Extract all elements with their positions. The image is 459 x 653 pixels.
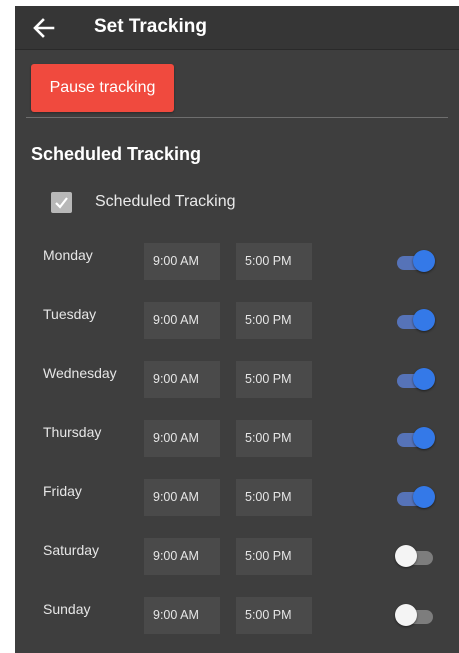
section-title: Scheduled Tracking <box>31 144 202 164</box>
day-row-friday: Friday 9:00 AM 5:00 PM <box>15 479 459 516</box>
divider <box>26 117 448 118</box>
pause-tracking-button[interactable]: Pause tracking <box>31 64 174 112</box>
end-time-field[interactable]: 5:00 PM <box>236 302 312 339</box>
day-toggle[interactable] <box>395 249 435 273</box>
day-row-wednesday: Wednesday 9:00 AM 5:00 PM <box>15 361 459 398</box>
day-label: Wednesday <box>43 365 117 381</box>
day-row-monday: Monday 9:00 AM 5:00 PM <box>15 243 459 280</box>
day-label: Monday <box>43 247 93 263</box>
day-row-thursday: Thursday 9:00 AM 5:00 PM <box>15 420 459 457</box>
start-time-field[interactable]: 9:00 AM <box>144 479 220 516</box>
day-label: Friday <box>43 483 82 499</box>
day-toggle[interactable] <box>395 367 435 391</box>
start-time-field[interactable]: 9:00 AM <box>144 420 220 457</box>
day-label: Saturday <box>43 542 100 558</box>
day-label: Thursday <box>43 424 102 440</box>
arrow-left-icon[interactable] <box>31 15 57 41</box>
day-toggle[interactable] <box>395 485 435 509</box>
checkmark-icon <box>55 196 68 209</box>
day-row-sunday: Sunday 9:00 AM 5:00 PM <box>15 597 459 634</box>
start-time-field[interactable]: 9:00 AM <box>144 597 220 634</box>
scheduled-tracking-checkbox[interactable] <box>51 191 72 213</box>
end-time-field[interactable]: 5:00 PM <box>236 243 312 280</box>
start-time-field[interactable]: 9:00 AM <box>144 243 220 280</box>
end-time-field[interactable]: 5:00 PM <box>236 479 312 516</box>
start-time-field[interactable]: 9:00 AM <box>144 361 220 398</box>
top-bar: Set Tracking <box>15 6 459 50</box>
day-toggle[interactable] <box>395 308 435 332</box>
day-toggle[interactable] <box>395 603 435 627</box>
start-time-field[interactable]: 9:00 AM <box>144 302 220 339</box>
scheduled-tracking-checkbox-row[interactable]: Scheduled Tracking <box>51 189 236 215</box>
app-screen: Set Tracking Pause tracking Scheduled Tr… <box>15 6 459 653</box>
end-time-field[interactable]: 5:00 PM <box>236 538 312 575</box>
end-time-field[interactable]: 5:00 PM <box>236 597 312 634</box>
day-row-tuesday: Tuesday 9:00 AM 5:00 PM <box>15 302 459 339</box>
page-title: Set Tracking <box>94 16 207 37</box>
day-label: Tuesday <box>43 306 97 322</box>
day-label: Sunday <box>43 601 91 617</box>
day-row-saturday: Saturday 9:00 AM 5:00 PM <box>15 538 459 575</box>
start-time-field[interactable]: 9:00 AM <box>144 538 220 575</box>
end-time-field[interactable]: 5:00 PM <box>236 420 312 457</box>
day-toggle[interactable] <box>395 426 435 450</box>
day-toggle[interactable] <box>395 544 435 568</box>
scheduled-tracking-checkbox-label: Scheduled Tracking <box>95 193 236 210</box>
end-time-field[interactable]: 5:00 PM <box>236 361 312 398</box>
